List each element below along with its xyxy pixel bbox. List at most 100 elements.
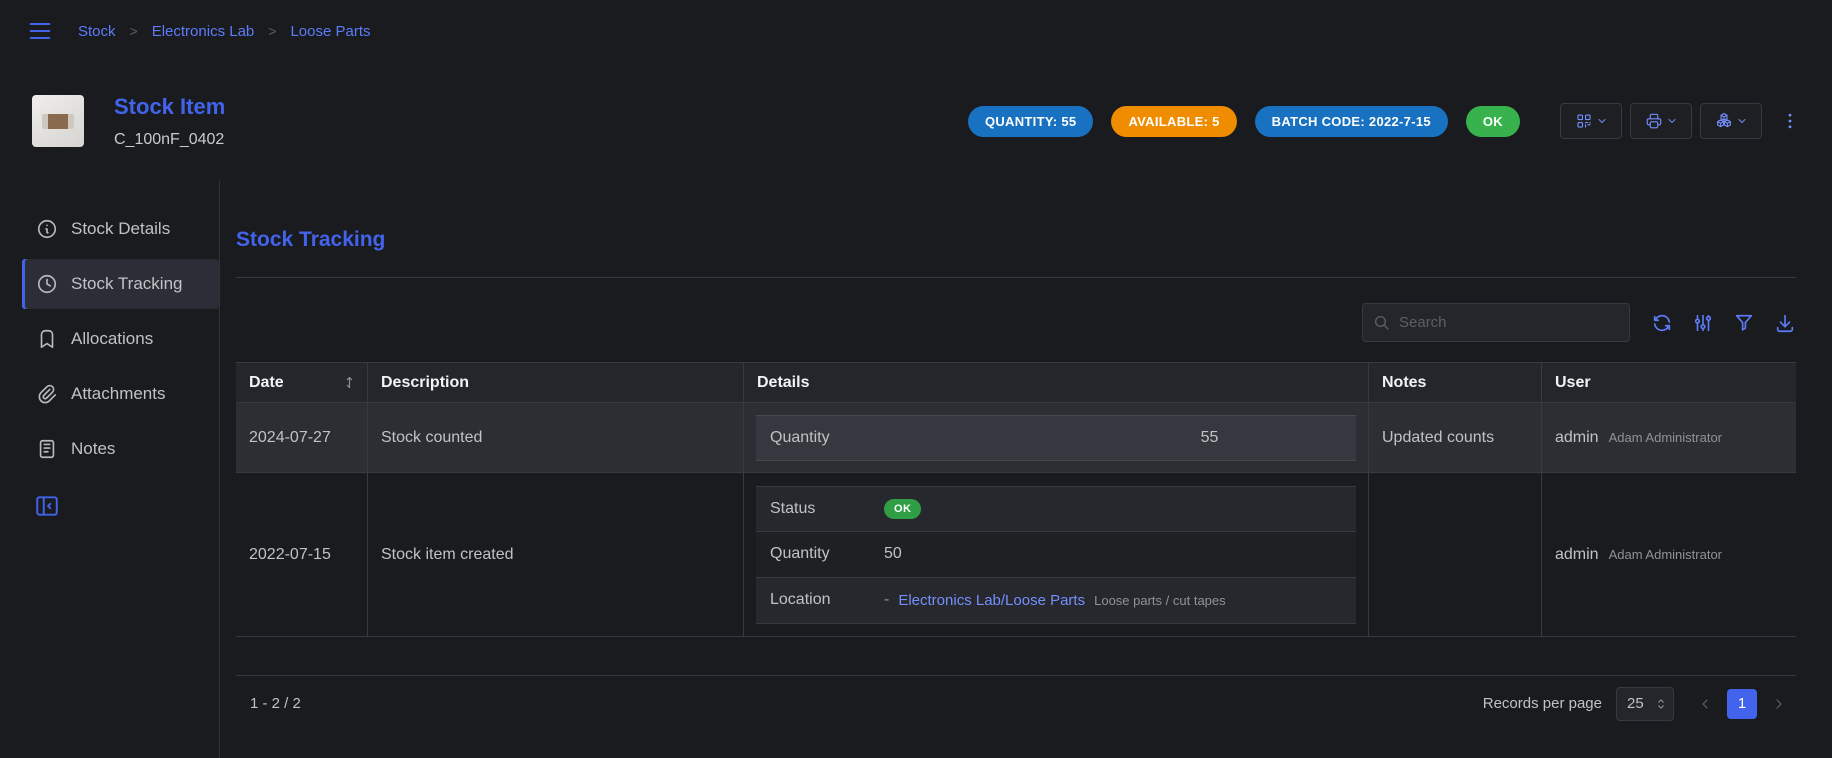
column-header-date[interactable]: Date	[236, 363, 368, 402]
page-title: Stock Item	[114, 94, 225, 120]
content: Stock Details Stock Tracking Allocations…	[0, 180, 1832, 758]
sidebar-item-label: Notes	[71, 439, 115, 459]
user-fullname: Adam Administrator	[1609, 430, 1722, 445]
breadcrumb-link-loose-parts[interactable]: Loose Parts	[290, 23, 370, 40]
batch-code-badge: BATCH CODE: 2022-7-15	[1255, 106, 1448, 137]
sidebar-collapse-icon[interactable]	[34, 493, 60, 519]
search-input[interactable]	[1399, 314, 1619, 331]
sidebar-item-stock-tracking[interactable]: Stock Tracking	[22, 259, 219, 309]
cell-user: admin Adam Administrator	[1542, 473, 1796, 636]
sidebar: Stock Details Stock Tracking Allocations…	[0, 180, 220, 758]
breadcrumb-link-electronics-lab[interactable]: Electronics Lab	[152, 23, 255, 40]
page-size-value: 25	[1627, 695, 1644, 712]
heading-divider	[236, 277, 1796, 278]
breadcrumb: Stock > Electronics Lab > Loose Parts	[78, 23, 371, 40]
table-toolbar	[236, 303, 1796, 342]
packages-icon	[1715, 112, 1733, 130]
sidebar-item-allocations[interactable]: Allocations	[22, 314, 219, 364]
status-ok-badge: OK	[1466, 106, 1520, 137]
sort-icon	[342, 375, 357, 390]
breadcrumb-separator: >	[130, 23, 138, 39]
search-icon	[1373, 314, 1391, 332]
stock-operations-button[interactable]	[1700, 103, 1762, 139]
table-row[interactable]: 2024-07-27 Stock counted Quantity 55 Upd…	[236, 403, 1796, 473]
username: admin	[1555, 429, 1599, 447]
capacitor-image	[43, 114, 73, 129]
topbar: Stock > Electronics Lab > Loose Parts	[0, 0, 1832, 62]
qrcode-icon	[1575, 112, 1593, 130]
sidebar-item-stock-details[interactable]: Stock Details	[22, 204, 219, 254]
sidebar-item-label: Stock Tracking	[71, 274, 183, 294]
page-size-select[interactable]: 25	[1616, 687, 1674, 721]
cell-date: 2024-07-27	[236, 403, 368, 472]
cell-details: Status OK Quantity 50 Location	[744, 473, 1369, 636]
records-per-page-label: Records per page	[1483, 695, 1602, 712]
column-header-details: Details	[744, 363, 1369, 402]
chevron-down-icon	[1736, 115, 1748, 127]
quantity-badge: QUANTITY: 55	[968, 106, 1093, 137]
status-ok-badge: OK	[884, 499, 921, 519]
page-subtitle: C_100nF_0402	[114, 131, 225, 149]
detail-value: 50	[884, 545, 1356, 563]
detail-key: Location	[756, 591, 884, 609]
cell-notes: Updated counts	[1369, 403, 1542, 472]
next-page-button[interactable]	[1764, 689, 1794, 719]
prev-page-button[interactable]	[1690, 689, 1720, 719]
table-footer: 1 - 2 / 2 Records per page 25 1	[236, 676, 1796, 731]
sidebar-item-notes[interactable]: Notes	[22, 424, 219, 474]
sidebar-item-label: Allocations	[71, 329, 153, 349]
table-row[interactable]: 2022-07-15 Stock item created Status OK …	[236, 473, 1796, 637]
header-badges: QUANTITY: 55 AVAILABLE: 5 BATCH CODE: 20…	[968, 106, 1520, 137]
cell-date: 2022-07-15	[236, 473, 368, 636]
chevron-right-icon	[1771, 696, 1787, 712]
location-note: Loose parts / cut tapes	[1094, 593, 1226, 608]
print-actions-button[interactable]	[1630, 103, 1692, 139]
record-range: 1 - 2 / 2	[250, 695, 301, 712]
detail-row-quantity: Quantity 50	[756, 532, 1356, 578]
stock-item-thumbnail[interactable]	[32, 95, 84, 147]
cell-description: Stock item created	[368, 473, 744, 636]
sidebar-item-label: Stock Details	[71, 219, 170, 239]
selector-icon	[1654, 697, 1668, 711]
column-header-user: User	[1542, 363, 1796, 402]
header-actions	[1560, 103, 1804, 139]
paperclip-icon	[36, 383, 58, 405]
detail-row-quantity: Quantity 55	[756, 415, 1356, 461]
sidebar-item-attachments[interactable]: Attachments	[22, 369, 219, 419]
stock-tracking-table: Date Description Details Notes User 2024…	[236, 362, 1796, 637]
location-dash: -	[884, 591, 889, 609]
detail-row-status: Status OK	[756, 486, 1356, 532]
sidebar-item-label: Attachments	[71, 384, 166, 404]
bookmark-icon	[36, 328, 58, 350]
detail-key: Quantity	[756, 429, 1063, 447]
detail-value: 55	[1063, 429, 1356, 447]
info-circle-icon	[36, 218, 58, 240]
chevron-down-icon	[1596, 115, 1608, 127]
chevron-left-icon	[1697, 696, 1713, 712]
barcode-actions-button[interactable]	[1560, 103, 1622, 139]
table-header-row: Date Description Details Notes User	[236, 362, 1796, 403]
detail-row-location: Location - Electronics Lab/Loose Parts L…	[756, 578, 1356, 624]
cell-notes	[1369, 473, 1542, 636]
location-link[interactable]: Electronics Lab/Loose Parts	[898, 592, 1085, 609]
history-icon	[36, 273, 58, 295]
breadcrumb-separator: >	[268, 23, 276, 39]
refresh-icon[interactable]	[1651, 312, 1673, 334]
username: admin	[1555, 546, 1599, 564]
dots-vertical-icon	[1780, 111, 1800, 131]
pagination: 1	[1690, 689, 1794, 719]
cell-description: Stock counted	[368, 403, 744, 472]
chevron-down-icon	[1666, 115, 1678, 127]
title-block: Stock Item C_100nF_0402	[114, 94, 225, 149]
column-header-label: Date	[249, 374, 284, 392]
user-fullname: Adam Administrator	[1609, 547, 1722, 562]
filter-icon[interactable]	[1733, 312, 1755, 334]
page-header: Stock Item C_100nF_0402 QUANTITY: 55 AVA…	[0, 62, 1832, 180]
more-actions-button[interactable]	[1776, 103, 1804, 139]
page-1-button[interactable]: 1	[1727, 689, 1757, 719]
download-icon[interactable]	[1774, 312, 1796, 334]
adjustments-icon[interactable]	[1692, 312, 1714, 334]
menu-icon[interactable]	[26, 17, 54, 45]
breadcrumb-link-stock[interactable]: Stock	[78, 23, 116, 40]
search-box	[1362, 303, 1630, 342]
